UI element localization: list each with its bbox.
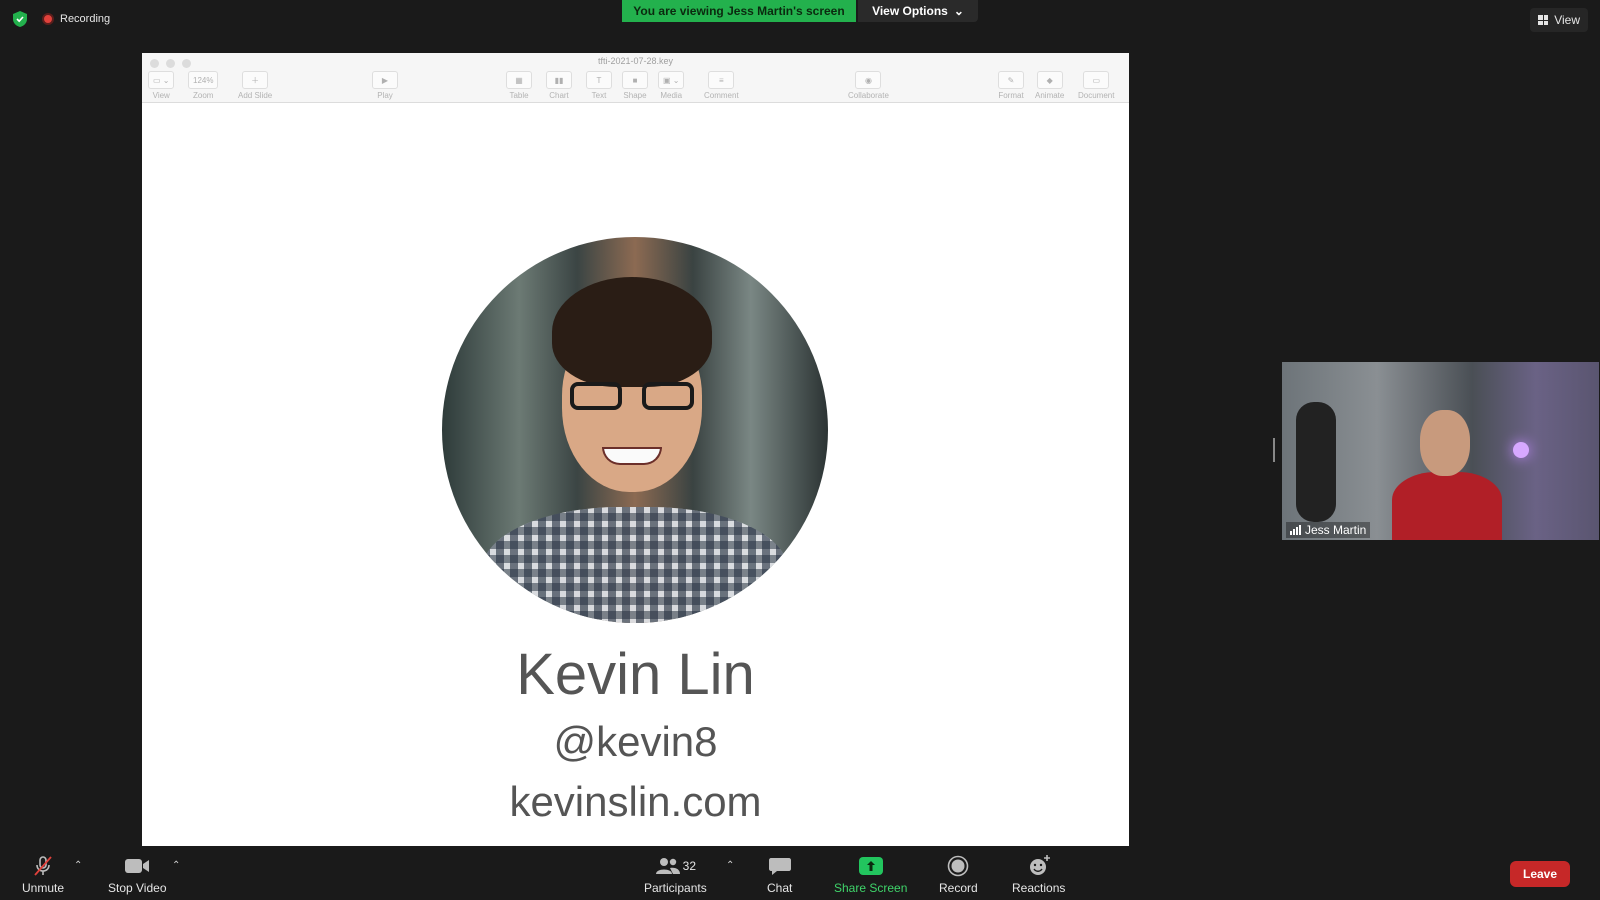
toolbar-label: Chart <box>549 91 569 100</box>
recording-dot-icon <box>42 13 54 25</box>
table-icon: ▦ <box>506 71 532 89</box>
record-icon <box>948 855 969 877</box>
toolbar-label: Comment <box>704 91 739 100</box>
background-microphone <box>1296 402 1336 522</box>
document-title: tfti-2021-07-28.key <box>597 56 674 66</box>
toolbar-media[interactable]: ▣ ⌄ Media <box>658 71 685 100</box>
toolbar-label: Zoom <box>193 91 214 100</box>
top-left-status: Recording <box>12 10 110 28</box>
chart-icon: ▮▮ <box>546 71 572 89</box>
reactions-label: Reactions <box>1012 881 1066 895</box>
sidebar-icon: ▭ ⌄ <box>148 71 175 89</box>
participants-icon <box>655 858 680 874</box>
comment-icon: ≡ <box>708 71 735 89</box>
audio-options-chevron-icon[interactable]: ⌃ <box>74 860 82 871</box>
speaker-handle: @kevin8 <box>553 718 718 765</box>
toolbar-label: Add Slide <box>238 91 273 100</box>
zoom-meeting-window: Recording You are viewing Jess Martin's … <box>0 0 1600 900</box>
participants-options-chevron-icon[interactable]: ⌃ <box>726 860 734 871</box>
toolbar-text[interactable]: T Text <box>586 71 612 100</box>
toolbar-label: Play <box>377 91 393 100</box>
stop-video-label: Stop Video <box>108 881 167 895</box>
zoom-value: 124% <box>188 71 219 89</box>
participant-figure <box>1392 406 1502 540</box>
toolbar-label: Document <box>1078 91 1115 100</box>
recording-indicator[interactable]: Recording <box>42 13 110 25</box>
shape-icon: ■ <box>622 71 648 89</box>
unmute-label: Unmute <box>22 881 65 895</box>
speaker-photo <box>442 237 828 623</box>
stop-video-button[interactable]: Stop Video <box>108 854 167 895</box>
participants-count: 32 <box>682 859 697 873</box>
toolbar-label: Animate <box>1035 91 1065 100</box>
toolbar-label: View <box>152 91 170 100</box>
participant-name: Jess Martin <box>1305 523 1367 537</box>
participant-video[interactable]: Jess Martin <box>1282 362 1599 540</box>
text-icon: T <box>586 71 612 89</box>
chat-button[interactable]: Chat <box>767 854 792 895</box>
animate-icon: ◆ <box>1036 71 1063 89</box>
meeting-controls-bar: Unmute ⌃ Stop Video ⌃ 32 Participants ⌃ … <box>0 850 1600 900</box>
keynote-titlebar: tfti-2021-07-28.key ▭ ⌄ View 124% Zoom ＋… <box>142 53 1129 103</box>
collaborate-icon: ◉ <box>855 71 882 89</box>
chevron-down-icon: ⌄ <box>953 4 964 18</box>
plus-icon: ＋ <box>242 71 269 89</box>
toolbar-label: Text <box>591 91 607 100</box>
format-icon: ✎ <box>998 71 1024 89</box>
view-options-label: View Options <box>872 4 948 18</box>
document-icon: ▭ <box>1083 71 1110 89</box>
chat-bubble-icon <box>768 858 791 875</box>
resize-handle[interactable] <box>1273 438 1275 462</box>
record-label: Record <box>939 881 978 895</box>
toolbar-comment[interactable]: ≡ Comment <box>704 71 739 100</box>
shield-icon[interactable] <box>12 10 28 28</box>
toolbar-label: Table <box>509 91 529 100</box>
toolbar-zoom[interactable]: 124% Zoom <box>188 71 219 100</box>
participant-name-tag: Jess Martin <box>1286 522 1371 538</box>
share-screen-arrow-icon <box>858 857 883 875</box>
toolbar-shape[interactable]: ■ Shape <box>622 71 648 100</box>
view-layout-button[interactable]: View <box>1530 8 1588 32</box>
toolbar-play[interactable]: ▶ Play <box>372 71 398 100</box>
recording-label: Recording <box>60 13 111 25</box>
record-button[interactable]: Record <box>939 854 978 895</box>
reactions-button[interactable]: Reactions <box>1012 854 1065 895</box>
share-screen-label: Share Screen <box>834 881 908 895</box>
speaker-website: kevinslin.com <box>509 778 762 825</box>
viewing-screen-banner: You are viewing Jess Martin's screen <box>622 0 856 22</box>
unmute-button[interactable]: Unmute <box>22 854 64 895</box>
toolbar-add-slide[interactable]: ＋ Add Slide <box>238 71 272 100</box>
slide-canvas: Kevin Lin @kevin8 kevinslin.com <box>142 104 1129 846</box>
muted-microphone-icon <box>34 856 52 876</box>
shared-screen: tfti-2021-07-28.key ▭ ⌄ View 124% Zoom ＋… <box>142 53 1129 846</box>
toolbar-label: Media <box>660 91 683 100</box>
media-icon: ▣ ⌄ <box>658 71 685 89</box>
view-options-button[interactable]: View Options ⌄ <box>858 0 978 22</box>
video-options-chevron-icon[interactable]: ⌃ <box>172 860 180 871</box>
grid-icon <box>1538 15 1549 25</box>
add-reaction-icon <box>1029 855 1050 875</box>
toolbar-label: Shape <box>623 91 647 100</box>
toolbar-label: Collaborate <box>848 91 889 100</box>
toolbar-table[interactable]: ▦ Table <box>506 71 532 100</box>
participants-label: Participants <box>644 881 707 895</box>
toolbar-document[interactable]: ▭ Document <box>1078 71 1114 100</box>
play-icon: ▶ <box>372 71 398 89</box>
toolbar-chart[interactable]: ▮▮ Chart <box>546 71 572 100</box>
video-camera-icon <box>125 859 150 873</box>
chat-label: Chat <box>767 881 793 895</box>
leave-button[interactable]: Leave <box>1510 861 1570 887</box>
signal-strength-icon <box>1290 525 1301 535</box>
toolbar-collaborate[interactable]: ◉ Collaborate <box>848 71 889 100</box>
toolbar-format[interactable]: ✎ Format <box>998 71 1024 100</box>
share-screen-button[interactable]: Share Screen <box>834 854 907 895</box>
participants-button[interactable]: 32 Participants <box>644 854 707 895</box>
toolbar-animate[interactable]: ◆ Animate <box>1035 71 1064 100</box>
view-label: View <box>1554 13 1580 27</box>
speaker-name: Kevin Lin <box>516 642 755 707</box>
toolbar-label: Format <box>998 91 1024 100</box>
background-lamp <box>1513 442 1529 458</box>
toolbar-view[interactable]: ▭ ⌄ View <box>148 71 175 100</box>
